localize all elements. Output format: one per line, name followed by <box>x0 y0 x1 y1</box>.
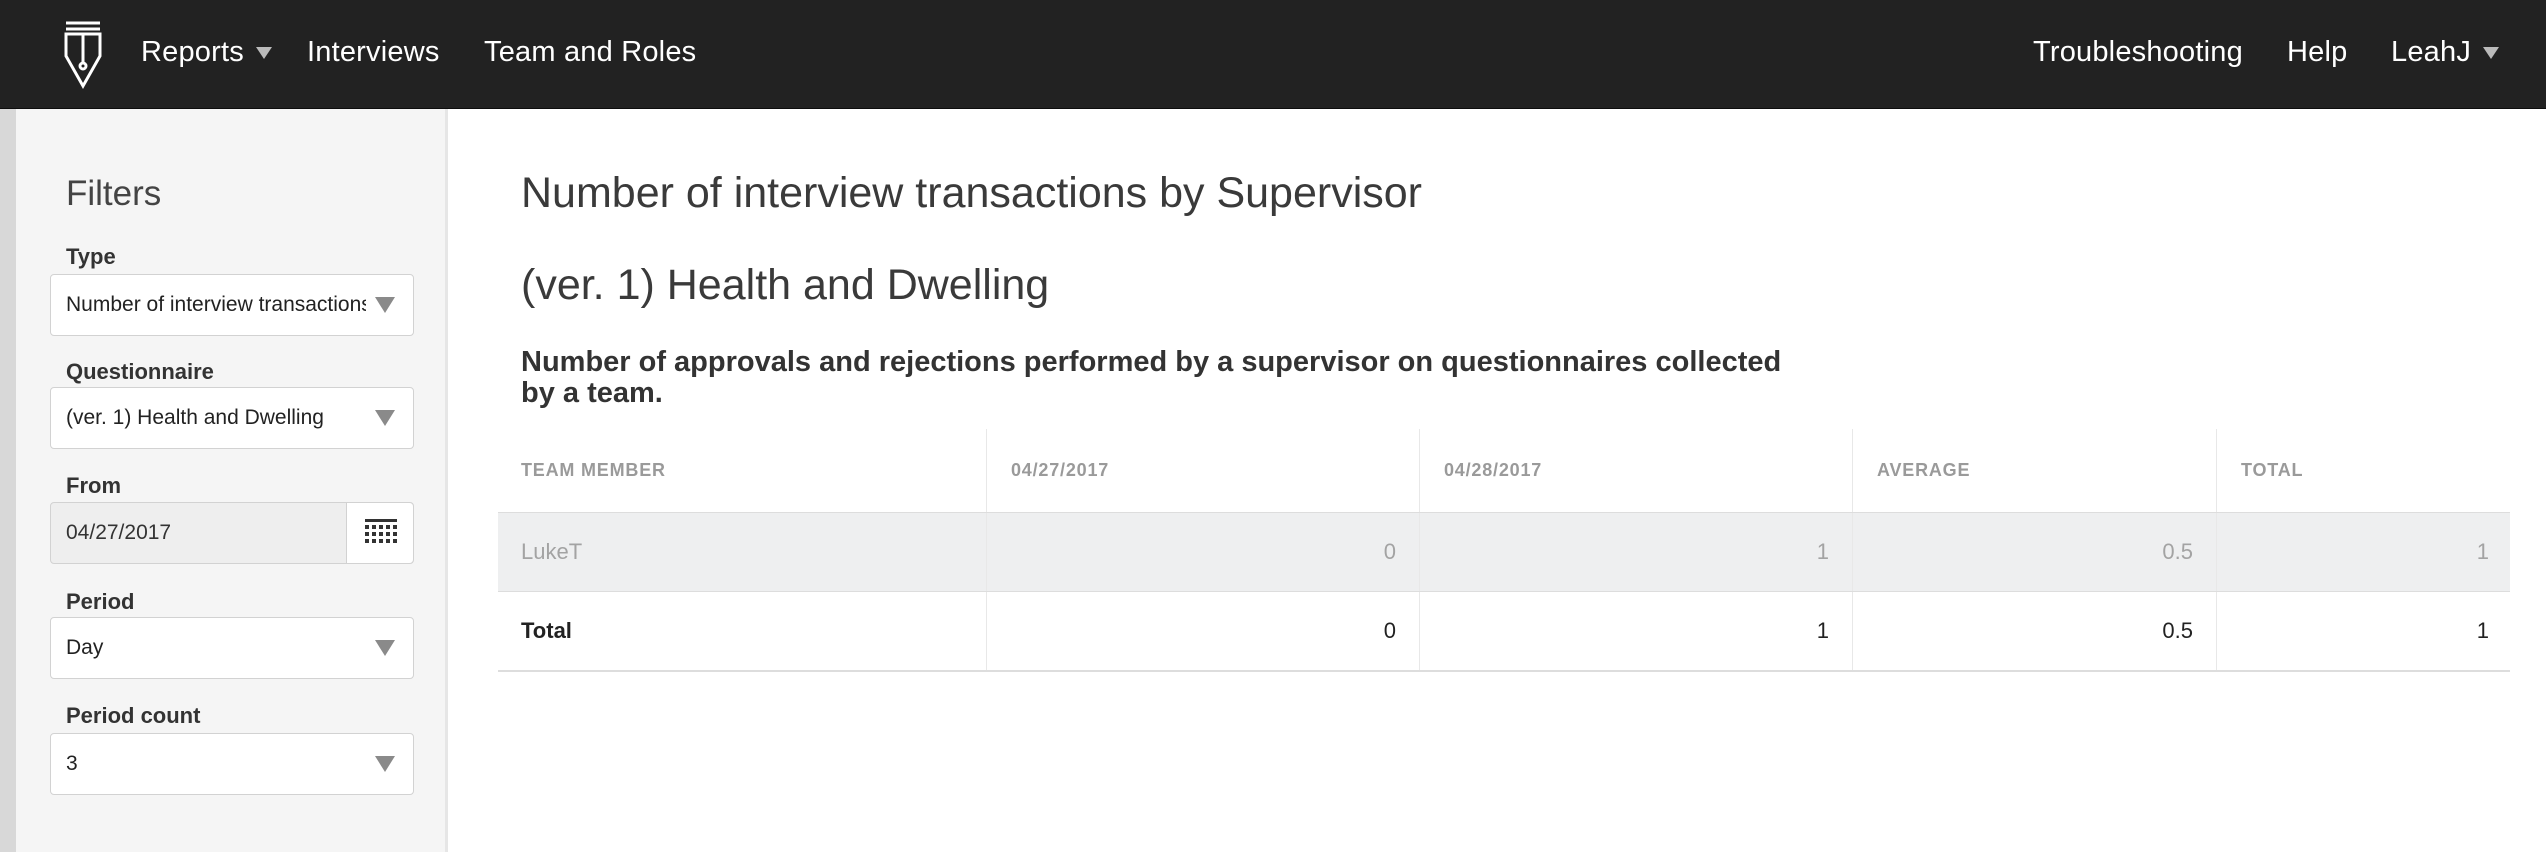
nav-interviews-label: Interviews <box>307 35 440 68</box>
period-select-value: Day <box>66 636 104 659</box>
from-date-field[interactable]: 04/27/2017 <box>50 502 414 564</box>
nav-reports-label: Reports <box>141 35 244 68</box>
period-count-select[interactable]: 3 <box>50 733 414 795</box>
column-divider <box>986 429 987 512</box>
nav-troubleshooting-link[interactable]: Troubleshooting <box>2033 0 2243 104</box>
column-header[interactable]: TEAM MEMBER <box>521 429 666 512</box>
column-header[interactable]: 04/28/2017 <box>1444 429 1542 512</box>
cell-value: 1 <box>2476 539 2489 564</box>
table-total-row: Total 0 1 0.5 1 <box>498 592 2510 672</box>
sidebar-edge <box>0 109 16 852</box>
period-count-select-value: 3 <box>66 752 78 775</box>
column-header[interactable]: TOTAL <box>2241 429 2303 512</box>
nav-user-label: LeahJ <box>2391 35 2472 68</box>
nav-help-link[interactable]: Help <box>2287 0 2347 104</box>
dropdown-caret-icon <box>375 410 395 426</box>
column-header[interactable]: 04/27/2017 <box>1011 429 1109 512</box>
cell-total-value: 1 <box>2476 618 2489 643</box>
questionnaire-select-value: (ver. 1) Health and Dwelling <box>66 406 324 429</box>
dropdown-caret-icon <box>375 756 395 772</box>
nav-team-and-roles-label: Team and Roles <box>484 35 697 68</box>
calendar-button[interactable] <box>346 503 413 563</box>
report-subtitle: (ver. 1) Health and Dwelling <box>521 261 1050 309</box>
cell-total-value: 0.5 <box>2162 618 2193 643</box>
cell-total-value: 0 <box>1383 618 1396 643</box>
from-label: From <box>66 473 121 498</box>
chevron-down-icon <box>2483 47 2500 59</box>
questionnaire-select[interactable]: (ver. 1) Health and Dwelling <box>50 387 414 449</box>
chevron-down-icon <box>255 47 272 59</box>
table-row[interactable]: LukeT 0 1 0.5 1 <box>498 512 2510 592</box>
cell-value: 0 <box>1383 539 1396 564</box>
column-divider <box>1419 429 1420 512</box>
column-divider <box>2216 429 2217 512</box>
calendar-icon <box>365 519 397 543</box>
questionnaire-label: Questionnaire <box>66 359 214 384</box>
nav-help-label: Help <box>2287 35 2348 68</box>
column-header[interactable]: AVERAGE <box>1877 429 1970 512</box>
cell-team-member: LukeT <box>521 539 583 564</box>
nav-troubleshooting-label: Troubleshooting <box>2033 35 2243 68</box>
period-count-label: Period count <box>66 703 201 728</box>
cell-value: 0.5 <box>2162 539 2193 564</box>
type-label: Type <box>66 244 116 269</box>
dropdown-caret-icon <box>375 297 395 313</box>
nav-interviews-link[interactable]: Interviews <box>307 0 440 104</box>
nav-user-menu[interactable]: LeahJ <box>2391 0 2500 104</box>
table-header-row: TEAM MEMBER 04/27/2017 04/28/2017 AVERAG… <box>498 429 2510 512</box>
period-label: Period <box>66 589 135 614</box>
filters-sidebar: Filters Type Number of interview transac… <box>16 109 448 852</box>
period-select[interactable]: Day <box>50 617 414 679</box>
column-divider <box>1852 429 1853 512</box>
report-title: Number of interview transactions by Supe… <box>521 169 1422 217</box>
dropdown-caret-icon <box>375 640 395 656</box>
filters-title: Filters <box>66 174 162 213</box>
report-content: Number of interview transactions by Supe… <box>451 109 2546 852</box>
top-navbar: Reports Interviews Team and Roles Troubl… <box>0 0 2546 109</box>
type-select-value: Number of interview transactions by Supe… <box>66 293 366 316</box>
from-date-value: 04/27/2017 <box>66 521 172 544</box>
pen-nib-logo-icon[interactable] <box>62 20 104 90</box>
cell-value: 1 <box>1816 539 1829 564</box>
report-description: Number of approvals and rejections perfo… <box>521 346 1782 409</box>
nav-team-and-roles-link[interactable]: Team and Roles <box>484 0 696 104</box>
cell-total-value: 1 <box>1816 618 1829 643</box>
type-select[interactable]: Number of interview transactions by Supe… <box>50 274 414 336</box>
nav-reports-menu[interactable]: Reports <box>141 0 272 104</box>
cell-total-label: Total <box>521 618 572 643</box>
